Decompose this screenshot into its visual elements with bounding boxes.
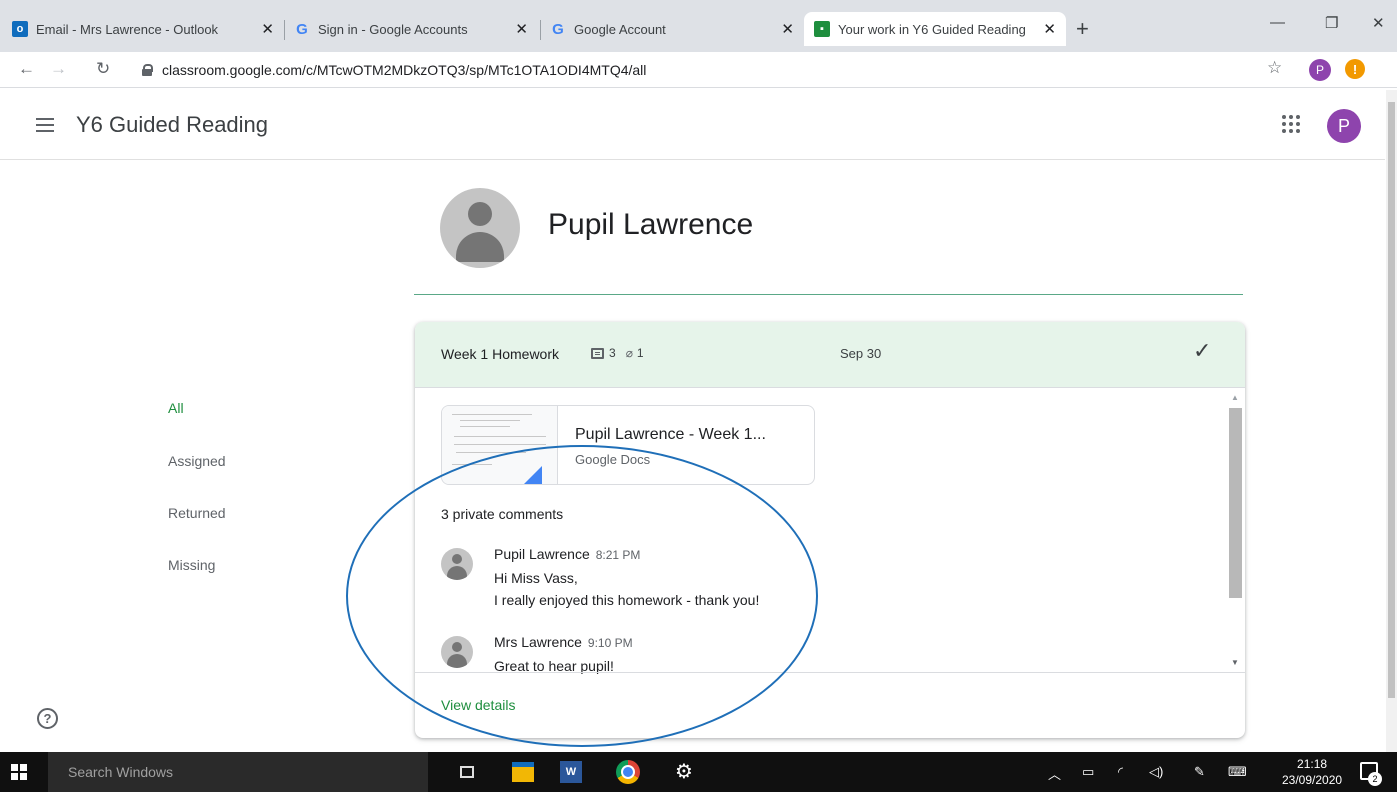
scroll-up-icon[interactable]: ▲ xyxy=(1231,393,1239,402)
tab-classroom[interactable]: ▪ Your work in Y6 Guided Reading ✕ xyxy=(804,12,1066,46)
assignment-counts: 3 ⌀ 1 xyxy=(591,346,644,360)
clock-time: 21:18 xyxy=(1297,757,1328,771)
google-icon: G xyxy=(552,20,564,38)
new-tab-icon[interactable]: + xyxy=(1076,16,1089,42)
close-tab-icon[interactable]: ✕ xyxy=(1043,20,1056,38)
private-comments-heading: 3 private comments xyxy=(441,506,564,522)
filter-returned[interactable]: Returned xyxy=(168,505,226,521)
attachment-icon: ⌀ xyxy=(625,346,633,360)
chrome-icon[interactable] xyxy=(616,760,640,784)
google-icon: G xyxy=(296,20,308,38)
student-avatar xyxy=(440,188,520,268)
update-alert-icon[interactable]: ! xyxy=(1345,59,1365,79)
address-bar[interactable]: classroom.google.com/c/MTcwOTM2MDkzOTQ3/… xyxy=(128,56,1288,84)
settings-gear-icon[interactable]: ⚙ xyxy=(672,759,696,783)
menu-icon[interactable] xyxy=(36,118,54,132)
card-scrollbar[interactable]: ▲ ▼ xyxy=(1227,390,1243,670)
commenter-avatar xyxy=(441,636,473,668)
tab-separator xyxy=(540,20,541,40)
windows-taskbar: Search Windows W ⚙ ︿ ▭ ◜ ◁) ✎ ⌨ 21:18 23… xyxy=(0,752,1397,792)
forward-icon[interactable]: → xyxy=(50,59,67,79)
help-icon[interactable]: ? xyxy=(37,708,58,729)
page-scrollbar[interactable] xyxy=(1386,90,1397,752)
classroom-icon: ▪ xyxy=(814,21,830,37)
bookmark-star-icon[interactable]: ☆ xyxy=(1267,58,1282,78)
scroll-thumb[interactable] xyxy=(1229,408,1242,598)
comment-author: Pupil Lawrence xyxy=(494,546,590,562)
touch-keyboard-icon[interactable]: ⌨ xyxy=(1228,764,1247,780)
comment-author-line: Pupil Lawrence 8:21 PM xyxy=(494,546,640,562)
assignment-body: Pupil Lawrence - Week 1... Google Docs 3… xyxy=(415,388,1245,674)
windows-start-icon[interactable] xyxy=(11,764,27,780)
back-icon[interactable]: ← xyxy=(18,59,35,79)
tab-separator xyxy=(284,20,285,40)
divider xyxy=(414,294,1243,295)
filter-missing[interactable]: Missing xyxy=(168,557,215,573)
browser-toolbar: ← → ↻ classroom.google.com/c/MTcwOTM2MDk… xyxy=(0,52,1397,88)
attachment-title[interactable]: Pupil Lawrence - Week 1... xyxy=(575,426,766,444)
assignment-header[interactable]: Week 1 Homework 3 ⌀ 1 Sep 30 ✓ xyxy=(415,322,1245,388)
pen-icon[interactable]: ✎ xyxy=(1194,764,1205,780)
tab-title: Sign in - Google Accounts xyxy=(318,21,468,37)
tab-google-account[interactable]: G Google Account ✕ xyxy=(550,12,804,46)
comment-time: 8:21 PM xyxy=(595,548,641,562)
card-footer: View details xyxy=(415,672,1245,738)
taskbar-clock[interactable]: 21:18 23/09/2020 xyxy=(1282,756,1342,788)
tab-title: Your work in Y6 Guided Reading xyxy=(838,21,1026,37)
filter-all[interactable]: All xyxy=(168,400,184,416)
battery-icon[interactable]: ▭ xyxy=(1082,764,1094,780)
account-avatar[interactable]: P xyxy=(1327,109,1361,143)
tab-outlook[interactable]: o Email - Mrs Lawrence - Outlook ✕ xyxy=(12,12,284,46)
restore-icon[interactable]: ❐ xyxy=(1325,14,1338,32)
checkmark-icon: ✓ xyxy=(1193,338,1212,363)
browser-tab-strip: o Email - Mrs Lawrence - Outlook ✕ G Sig… xyxy=(0,0,1397,52)
windows-search-box[interactable]: Search Windows xyxy=(48,752,428,792)
notification-count-badge: 2 xyxy=(1368,772,1382,786)
task-view-icon[interactable] xyxy=(460,766,474,778)
commenter-avatar xyxy=(441,548,473,580)
scroll-down-icon[interactable]: ▼ xyxy=(1231,658,1239,667)
comment-author-line: Mrs Lawrence 9:10 PM xyxy=(494,634,633,650)
comment-count: 3 xyxy=(609,346,616,360)
minimize-icon[interactable]: — xyxy=(1270,14,1285,31)
attachment-count: 1 xyxy=(636,346,644,360)
comment-author: Mrs Lawrence xyxy=(494,634,582,650)
tab-title: Google Account xyxy=(574,21,666,37)
google-docs-icon xyxy=(522,466,542,484)
comment-time: 9:10 PM xyxy=(587,636,633,650)
google-apps-icon[interactable] xyxy=(1282,115,1300,133)
wifi-icon[interactable]: ◜ xyxy=(1118,764,1123,780)
clock-date: 23/09/2020 xyxy=(1282,773,1343,787)
due-date: Sep 30 xyxy=(840,346,882,361)
tab-title: Email - Mrs Lawrence - Outlook xyxy=(36,21,219,37)
class-title[interactable]: Y6 Guided Reading xyxy=(76,112,268,138)
student-name: Pupil Lawrence xyxy=(548,208,754,241)
document-thumbnail xyxy=(442,406,558,484)
search-placeholder: Search Windows xyxy=(68,764,174,780)
classroom-app-bar: Y6 Guided Reading P xyxy=(0,90,1385,160)
outlook-icon: o xyxy=(12,21,28,37)
file-explorer-icon[interactable] xyxy=(512,762,534,782)
comment-icon xyxy=(591,347,604,359)
filter-assigned[interactable]: Assigned xyxy=(168,453,226,469)
attachment-card[interactable]: Pupil Lawrence - Week 1... Google Docs xyxy=(441,405,815,485)
reload-icon[interactable]: ↻ xyxy=(96,59,110,79)
comment-text: Hi Miss Vass, xyxy=(494,570,578,586)
comment-text: I really enjoyed this homework - thank y… xyxy=(494,592,760,608)
lock-icon xyxy=(142,64,153,76)
attachment-type: Google Docs xyxy=(575,452,651,467)
profile-avatar[interactable]: P xyxy=(1309,59,1331,81)
close-tab-icon[interactable]: ✕ xyxy=(261,20,274,38)
window-close-icon[interactable]: ✕ xyxy=(1372,14,1385,32)
show-hidden-icons-icon[interactable]: ︿ xyxy=(1048,764,1061,783)
close-tab-icon[interactable]: ✕ xyxy=(781,20,794,38)
assignment-card: Week 1 Homework 3 ⌀ 1 Sep 30 ✓ Pupil Law… xyxy=(415,322,1245,738)
url-text[interactable]: classroom.google.com/c/MTcwOTM2MDkzOTQ3/… xyxy=(162,62,646,78)
word-icon[interactable]: W xyxy=(560,761,582,783)
assignment-title[interactable]: Week 1 Homework xyxy=(441,346,559,362)
view-details-link[interactable]: View details xyxy=(441,697,515,713)
volume-icon[interactable]: ◁) xyxy=(1149,764,1163,780)
tab-google-sign-in[interactable]: G Sign in - Google Accounts ✕ xyxy=(294,12,538,46)
close-tab-icon[interactable]: ✕ xyxy=(515,20,528,38)
